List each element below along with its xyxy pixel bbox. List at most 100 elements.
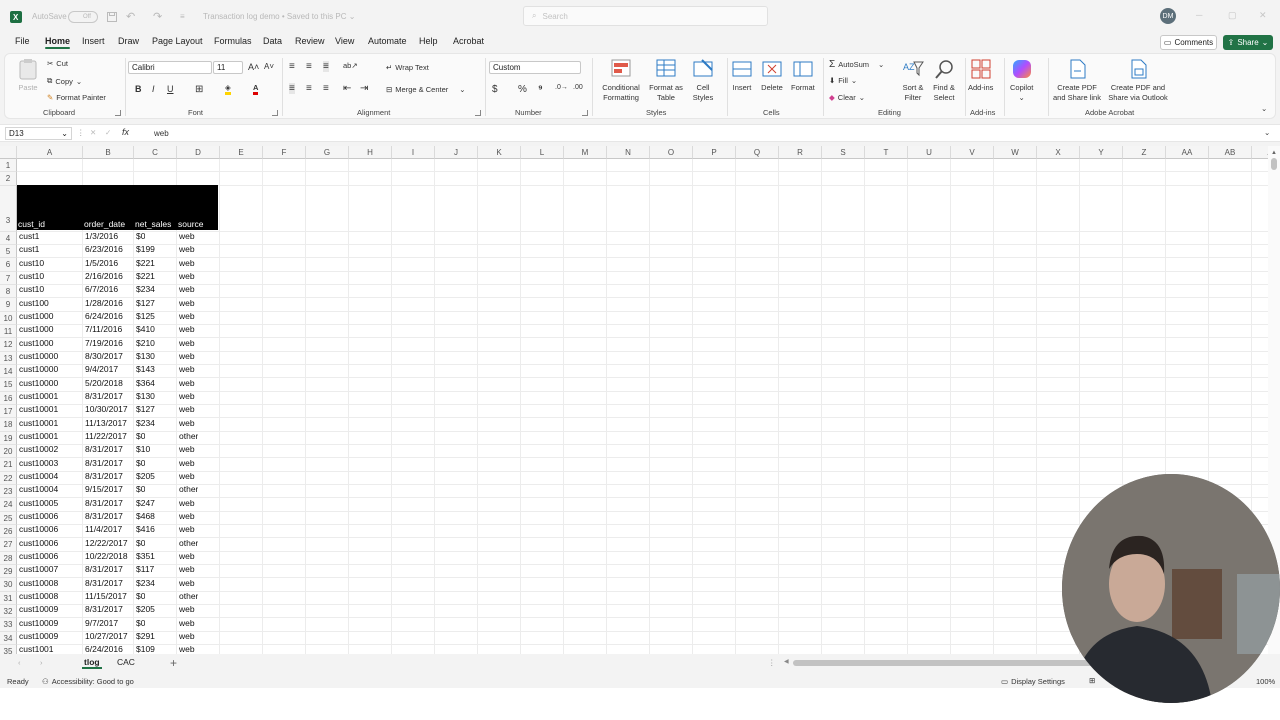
borders-icon[interactable]: ⊞ <box>195 84 203 95</box>
row-header[interactable]: 21 <box>0 458 17 472</box>
table-cell[interactable]: cust10006 <box>18 511 58 521</box>
row-header[interactable]: 3 <box>0 185 17 232</box>
table-cell[interactable]: cust10004 <box>18 484 58 494</box>
column-header[interactable]: Y <box>1080 146 1123 159</box>
table-cell[interactable]: web <box>178 444 195 454</box>
row-header[interactable]: 6 <box>0 258 17 272</box>
avatar[interactable]: DM <box>1160 8 1176 24</box>
row-header[interactable]: 32 <box>0 604 17 619</box>
table-cell[interactable]: cust1 <box>18 231 39 241</box>
decrease-decimal-icon[interactable]: .00 <box>573 84 583 91</box>
align-bottom-icon[interactable]: ≡ <box>323 61 329 72</box>
tab-splitter-icon[interactable]: ⋮ <box>768 658 776 667</box>
table-cell[interactable]: web <box>178 644 195 654</box>
table-cell[interactable]: cust10008 <box>18 591 58 601</box>
horizontal-scrollbar[interactable] <box>793 660 1113 666</box>
close-icon[interactable]: ✕ <box>1259 10 1267 21</box>
create-pdf-outlook-button[interactable]: Create PDF and Share via Outlook <box>1105 58 1171 103</box>
table-cell[interactable]: 5/20/2018 <box>84 378 123 388</box>
row-header[interactable]: 7 <box>0 271 17 285</box>
table-cell[interactable]: cust10000 <box>18 364 58 374</box>
table-cell[interactable]: cust10009 <box>18 604 58 614</box>
table-cell[interactable]: 8/31/2017 <box>84 604 123 614</box>
table-cell[interactable]: cust10008 <box>18 578 58 588</box>
table-cell[interactable]: cust1 <box>18 244 39 254</box>
table-cell[interactable]: 1/28/2016 <box>84 298 123 308</box>
table-cell[interactable]: web <box>178 284 195 294</box>
tab-draw[interactable]: Draw <box>118 36 139 46</box>
format-painter-button[interactable]: ✎ Format Painter <box>47 93 106 102</box>
table-cell[interactable]: cust10001 <box>18 418 58 428</box>
zoom-level[interactable]: 100% <box>1256 677 1275 686</box>
increase-indent-icon[interactable]: ⇥ <box>360 83 368 94</box>
table-cell[interactable]: cust10000 <box>18 378 58 388</box>
table-cell[interactable]: $291 <box>135 631 155 641</box>
table-cell[interactable]: 8/31/2017 <box>84 578 123 588</box>
table-cell[interactable]: $0 <box>135 458 145 468</box>
comments-button[interactable]: ▭ Comments <box>1160 35 1217 50</box>
column-header[interactable]: B <box>83 146 134 159</box>
table-cell[interactable]: 10/27/2017 <box>84 631 128 641</box>
table-cell[interactable]: $247 <box>135 498 155 508</box>
row-header[interactable]: 14 <box>0 364 17 379</box>
table-cell[interactable]: cust10004 <box>18 471 58 481</box>
row-header[interactable]: 13 <box>0 351 17 365</box>
table-cell[interactable]: 8/31/2017 <box>84 444 123 454</box>
row-header[interactable]: 19 <box>0 431 17 445</box>
table-cell[interactable]: $221 <box>135 271 155 281</box>
table-cell[interactable]: web <box>178 471 195 481</box>
table-header-cell[interactable]: source <box>178 219 204 229</box>
table-cell[interactable]: web <box>178 578 195 588</box>
table-cell[interactable]: cust10000 <box>18 351 58 361</box>
scroll-thumb[interactable] <box>1271 158 1277 170</box>
table-cell[interactable]: cust1001 <box>18 644 54 654</box>
table-cell[interactable]: cust1000 <box>18 338 54 348</box>
expand-formula-bar-icon[interactable]: ⌄ <box>1264 128 1270 137</box>
table-cell[interactable]: cust10009 <box>18 631 58 641</box>
table-cell[interactable]: $364 <box>135 378 155 388</box>
find-select-button[interactable]: Find & Select <box>929 58 959 103</box>
table-cell[interactable]: web <box>178 564 195 574</box>
increase-decimal-icon[interactable]: .0→ <box>555 84 568 91</box>
row-header[interactable]: 26 <box>0 524 17 539</box>
table-cell[interactable]: $205 <box>135 471 155 481</box>
column-header[interactable]: I <box>392 146 435 159</box>
currency-icon[interactable]: $ <box>492 84 498 95</box>
row-header[interactable]: 16 <box>0 391 17 405</box>
row-header[interactable]: 11 <box>0 324 17 339</box>
column-header[interactable]: Q <box>736 146 779 159</box>
table-cell[interactable]: cust10002 <box>18 444 58 454</box>
table-cell[interactable]: web <box>178 524 195 534</box>
column-header[interactable]: L <box>521 146 564 159</box>
minimize-icon[interactable]: ─ <box>1196 10 1202 20</box>
scroll-tabs-right-icon[interactable]: › <box>40 658 43 667</box>
font-name-select[interactable]: Calibri <box>128 61 212 74</box>
column-header[interactable]: AA <box>1166 146 1209 159</box>
column-header[interactable]: C <box>134 146 177 159</box>
table-cell[interactable]: $0 <box>135 538 145 548</box>
column-header[interactable]: J <box>435 146 478 159</box>
table-cell[interactable]: 6/7/2016 <box>84 284 118 294</box>
table-cell[interactable]: 9/15/2017 <box>84 484 123 494</box>
add-sheet-icon[interactable]: + <box>170 656 177 670</box>
cut-button[interactable]: ✂ Cut <box>47 59 68 68</box>
row-header[interactable]: 33 <box>0 618 17 632</box>
table-cell[interactable]: 10/30/2017 <box>84 404 128 414</box>
row-header[interactable]: 2 <box>0 172 17 186</box>
table-header-cell[interactable]: order_date <box>84 219 125 229</box>
column-header[interactable]: K <box>478 146 521 159</box>
italic-icon[interactable]: I <box>152 84 155 94</box>
row-header[interactable]: 5 <box>0 244 17 259</box>
insert-function-icon[interactable]: fx <box>122 127 129 137</box>
table-cell[interactable]: $0 <box>135 618 145 628</box>
tab-home[interactable]: Home <box>45 36 71 49</box>
sheet-tab-cac[interactable]: CAC <box>117 657 135 667</box>
number-format-select[interactable]: Custom <box>489 61 581 74</box>
customize-qat-icon[interactable]: ≡ <box>180 0 185 33</box>
row-header[interactable]: 31 <box>0 591 17 605</box>
table-cell[interactable]: cust10007 <box>18 564 58 574</box>
tab-automate[interactable]: Automate <box>368 36 407 46</box>
table-cell[interactable]: web <box>178 604 195 614</box>
table-cell[interactable]: $410 <box>135 324 155 334</box>
save-icon[interactable] <box>107 0 117 33</box>
